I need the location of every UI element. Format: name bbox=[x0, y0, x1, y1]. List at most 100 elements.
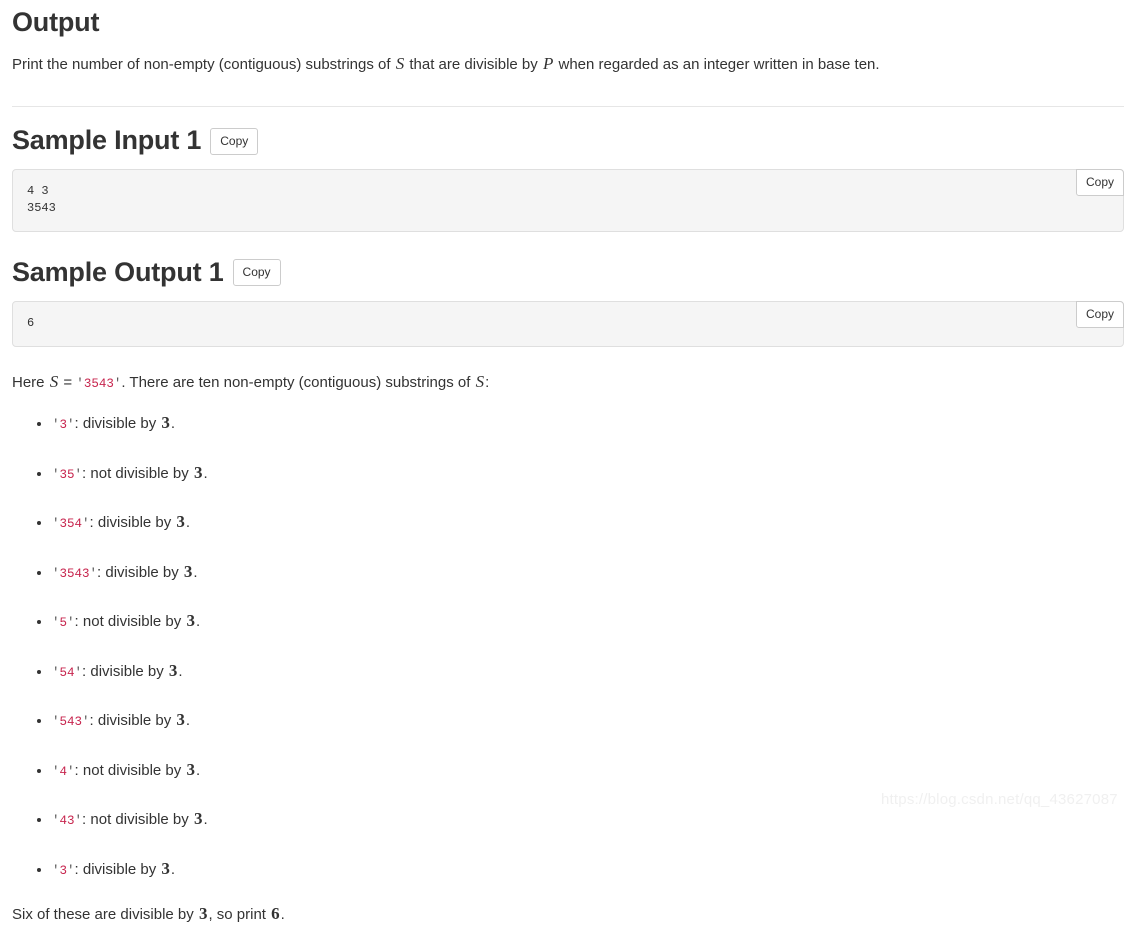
output-description: Print the number of non-empty (contiguou… bbox=[12, 51, 1124, 77]
sample-input-copy-button[interactable]: Copy bbox=[210, 127, 259, 155]
substring-verdict: : not divisible by bbox=[74, 613, 186, 631]
quote-close-icon: ' bbox=[82, 517, 90, 532]
math-variable-s-intro: S bbox=[49, 371, 59, 391]
list-item: '43': not divisible by 3. bbox=[52, 806, 1124, 832]
sample-output-header: Sample Output 1 Copy bbox=[12, 256, 1124, 288]
sample-input-code-wrap: 4 3 3543 Copy bbox=[12, 168, 1124, 232]
list-item: '354': divisible by 3. bbox=[52, 509, 1124, 535]
substring-divisor: 3 bbox=[161, 858, 170, 878]
explanation-intro-suffix: : bbox=[485, 373, 490, 391]
substring-divisor: 3 bbox=[176, 710, 185, 730]
substring-divisor: 3 bbox=[193, 462, 203, 482]
substring-divisor: 3 bbox=[168, 660, 178, 680]
quote-close-icon: ' bbox=[67, 418, 75, 433]
sample-input-code-copy-button[interactable]: Copy bbox=[1075, 168, 1124, 196]
substring-period: . bbox=[195, 761, 201, 779]
sample-input-header: Sample Input 1 Copy bbox=[12, 125, 1124, 156]
problem-statement-page: Output Print the number of non-empty (co… bbox=[0, 0, 1136, 927]
quote-close-icon: ' bbox=[82, 715, 90, 730]
list-item: '3543': divisible by 3. bbox=[52, 559, 1124, 585]
substring-period: . bbox=[170, 415, 176, 433]
quote-open-icon: ' bbox=[52, 418, 60, 433]
watermark: https://blog.csdn.net/qq_43627087 bbox=[881, 791, 1118, 808]
output-description-text-1: Print the number of non-empty (contiguou… bbox=[12, 55, 395, 73]
quote-open-icon: ' bbox=[52, 814, 60, 829]
explanation-intro-eq: = bbox=[59, 373, 77, 391]
quote-close-icon: ' bbox=[89, 566, 98, 581]
substring-period: . bbox=[195, 613, 201, 631]
quote-open-icon: ' bbox=[52, 616, 60, 631]
substring-verdict: : divisible by bbox=[89, 712, 176, 730]
closing-prefix: Six of these are divisible by bbox=[12, 906, 198, 924]
list-item: '5': not divisible by 3. bbox=[52, 608, 1124, 634]
substring-period: . bbox=[185, 712, 191, 730]
substring-period: . bbox=[203, 464, 208, 482]
quote-open-icon: ' bbox=[76, 376, 84, 391]
list-item: '4': not divisible by 3. bbox=[52, 757, 1124, 783]
substring-code: 4 bbox=[59, 764, 68, 779]
sample-output-copy-button[interactable]: Copy bbox=[232, 259, 281, 287]
substring-verdict: : divisible by bbox=[89, 514, 176, 532]
substring-code: 543 bbox=[59, 715, 83, 730]
explanation-closing: Six of these are divisible by 3, so prin… bbox=[12, 901, 1124, 927]
explanation-intro: Here S = '3543'. There are ten non-empty… bbox=[12, 369, 1124, 395]
substring-code: 54 bbox=[59, 665, 75, 680]
explanation-intro-prefix: Here bbox=[12, 373, 49, 391]
quote-close-icon: ' bbox=[67, 616, 75, 631]
substring-period: . bbox=[178, 662, 183, 680]
quote-open-icon: ' bbox=[52, 517, 60, 532]
substring-code: 43 bbox=[59, 814, 75, 829]
substring-verdict: : not divisible by bbox=[82, 811, 193, 829]
output-description-text-3: when regarded as an integer written in b… bbox=[554, 55, 880, 73]
quote-open-icon: ' bbox=[52, 566, 60, 581]
sample-output-title: Sample Output 1 bbox=[12, 256, 224, 287]
list-item: '3': divisible by 3. bbox=[52, 856, 1124, 882]
substring-period: . bbox=[185, 514, 191, 532]
closing-result: 6 bbox=[271, 904, 280, 924]
closing-divisor: 3 bbox=[198, 904, 208, 924]
substring-divisor: 3 bbox=[186, 759, 195, 779]
substring-verdict: : divisible by bbox=[74, 415, 161, 433]
sample-output-code-copy-button[interactable]: Copy bbox=[1075, 300, 1124, 328]
quote-close-icon: ' bbox=[67, 863, 75, 878]
quote-open-icon: ' bbox=[52, 863, 60, 878]
substring-period: . bbox=[170, 860, 176, 878]
quote-open-icon: ' bbox=[52, 665, 60, 680]
output-description-text-2: that are divisible by bbox=[405, 55, 542, 73]
substring-list: '3': divisible by 3.'35': not divisible … bbox=[12, 410, 1124, 881]
closing-suffix: . bbox=[280, 906, 285, 924]
sample-input-title: Sample Input 1 bbox=[12, 125, 202, 156]
explanation-intro-middle: . There are ten non-empty (contiguous) s… bbox=[121, 373, 475, 391]
substring-code: 354 bbox=[59, 517, 83, 532]
substring-divisor: 3 bbox=[161, 413, 170, 433]
substring-divisor: 3 bbox=[183, 561, 193, 581]
substring-code: 3 bbox=[59, 863, 68, 878]
math-variable-s-intro-2: S bbox=[475, 371, 485, 391]
substring-period: . bbox=[203, 811, 208, 829]
substring-code: 5 bbox=[59, 616, 68, 631]
substring-divisor: 3 bbox=[193, 809, 203, 829]
quote-open-icon: ' bbox=[52, 764, 60, 779]
sample-input-code: 4 3 3543 bbox=[12, 168, 1124, 232]
quote-close-icon: ' bbox=[74, 467, 83, 482]
substring-code: 3543 bbox=[59, 566, 90, 581]
math-variable-s: S bbox=[395, 53, 405, 73]
quote-close-icon: ' bbox=[74, 814, 83, 829]
list-item: '54': divisible by 3. bbox=[52, 658, 1124, 684]
substring-verdict: : not divisible by bbox=[82, 464, 193, 482]
page-title: Output bbox=[12, 7, 100, 37]
substring-verdict: : divisible by bbox=[97, 563, 183, 581]
substring-code: 3 bbox=[59, 418, 68, 433]
explanation-intro-code: 3543 bbox=[83, 376, 114, 391]
closing-middle: , so print bbox=[208, 906, 271, 924]
quote-close-icon: ' bbox=[74, 665, 83, 680]
substring-period: . bbox=[193, 563, 198, 581]
math-variable-p: P bbox=[542, 53, 554, 73]
sample-output-code: 6 bbox=[12, 300, 1124, 347]
quote-close-icon: ' bbox=[67, 764, 75, 779]
section-divider bbox=[12, 106, 1124, 108]
substring-verdict: : divisible by bbox=[82, 662, 168, 680]
list-item: '543': divisible by 3. bbox=[52, 707, 1124, 733]
list-item: '3': divisible by 3. bbox=[52, 410, 1124, 436]
substring-verdict: : divisible by bbox=[74, 860, 161, 878]
